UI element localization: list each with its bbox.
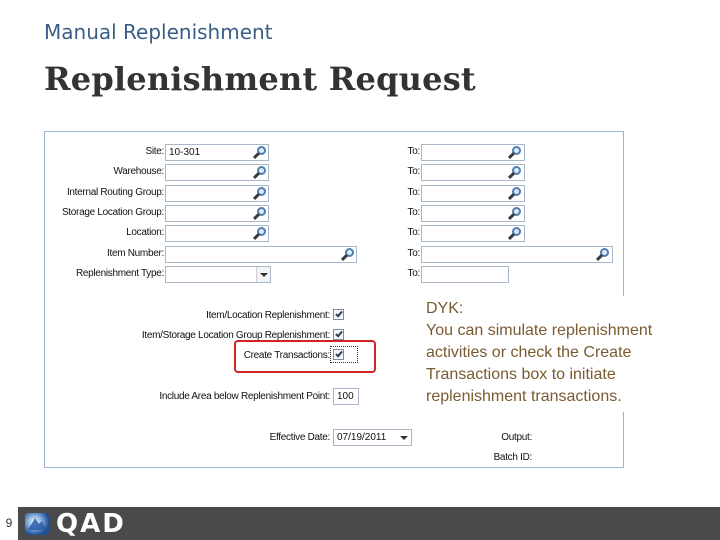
chevron-down-icon[interactable] bbox=[256, 267, 270, 282]
routing-group-to-label: To: bbox=[407, 187, 421, 198]
chevron-down-icon[interactable] bbox=[397, 430, 411, 445]
section-title: Manual Replenishment bbox=[44, 20, 273, 44]
search-icon[interactable] bbox=[507, 145, 523, 161]
storage-group-to-label: To: bbox=[407, 207, 421, 218]
item-storage-group-replenishment-checkbox[interactable] bbox=[333, 329, 344, 340]
search-icon[interactable] bbox=[252, 206, 268, 222]
item-number-from-field[interactable] bbox=[165, 246, 357, 263]
replenishment-type-label: Replenishment Type: bbox=[75, 268, 164, 279]
location-to-label: To: bbox=[407, 227, 421, 238]
search-icon[interactable] bbox=[507, 226, 523, 242]
routing-group-label: Internal Routing Group: bbox=[66, 187, 164, 198]
warehouse-label: Warehouse: bbox=[113, 166, 164, 177]
effective-date-label: Effective Date: bbox=[269, 432, 331, 443]
page-number: 9 bbox=[0, 507, 18, 540]
warehouse-to-label: To: bbox=[407, 166, 421, 177]
include-area-label: Include Area below Replenishment Point: bbox=[159, 391, 330, 402]
location-label: Location: bbox=[126, 227, 164, 238]
item-number-to-field[interactable] bbox=[421, 246, 613, 263]
include-area-field[interactable]: 100 bbox=[333, 388, 359, 405]
include-area-value: 100 bbox=[337, 391, 354, 402]
replenishment-type-to-field[interactable] bbox=[421, 266, 509, 283]
item-number-label: Item Number: bbox=[107, 248, 164, 259]
search-icon[interactable] bbox=[252, 186, 268, 202]
search-icon[interactable] bbox=[252, 226, 268, 242]
site-label: Site: bbox=[145, 146, 164, 157]
search-icon[interactable] bbox=[507, 206, 523, 222]
search-icon[interactable] bbox=[507, 186, 523, 202]
search-icon[interactable] bbox=[507, 165, 523, 181]
brand-logo: QAD bbox=[56, 509, 126, 539]
item-location-replenishment-checkbox[interactable] bbox=[333, 309, 344, 320]
qad-logo-icon bbox=[25, 513, 49, 535]
dyk-callout: DYK: You can simulate replenishment acti… bbox=[421, 296, 719, 412]
replenishment-type-to-label: To: bbox=[407, 268, 421, 279]
batch-id-label: Batch ID: bbox=[493, 452, 533, 463]
search-icon[interactable] bbox=[595, 247, 611, 263]
effective-date-value: 07/19/2011 bbox=[337, 432, 387, 443]
output-label: Output: bbox=[501, 432, 532, 443]
search-icon[interactable] bbox=[252, 145, 268, 161]
dyk-callout-text: DYK: You can simulate replenishment acti… bbox=[426, 300, 653, 405]
item-location-replenishment-label: Item/Location Replenishment: bbox=[206, 310, 330, 321]
search-icon[interactable] bbox=[252, 165, 268, 181]
search-icon[interactable] bbox=[340, 247, 356, 263]
site-value: 10-301 bbox=[169, 147, 201, 158]
site-to-label: To: bbox=[407, 146, 421, 157]
item-number-to-label: To: bbox=[407, 248, 421, 259]
slide-title: Replenishment Request bbox=[44, 60, 476, 98]
create-transactions-highlight bbox=[234, 340, 376, 373]
storage-group-label: Storage Location Group: bbox=[61, 207, 164, 218]
